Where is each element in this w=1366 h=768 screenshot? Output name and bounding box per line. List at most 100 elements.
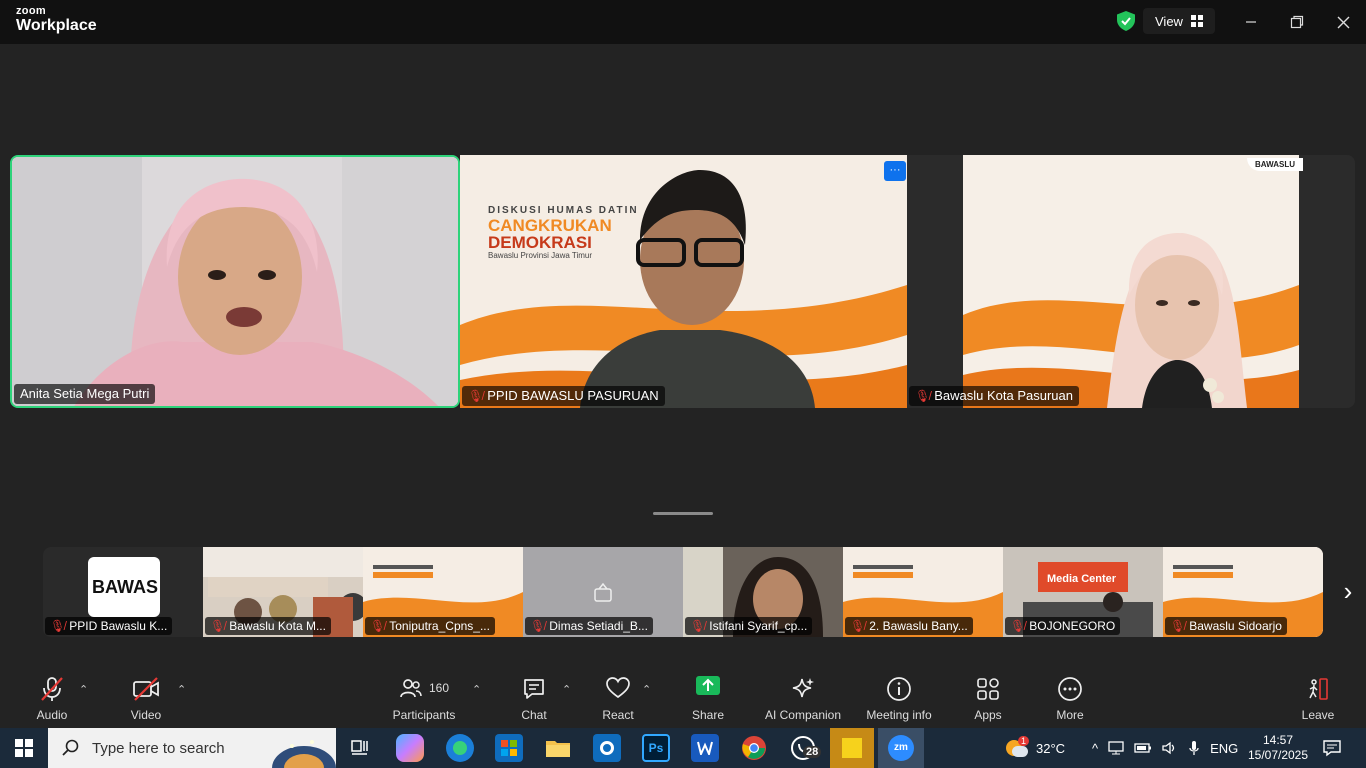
temperature: 32°C [1036, 740, 1066, 756]
ellipsis-icon [1058, 677, 1082, 701]
participants-button[interactable]: 160 Participants [390, 676, 458, 722]
photoshop-icon[interactable]: Ps [642, 734, 670, 762]
start-button[interactable] [0, 728, 48, 768]
view-button[interactable]: View [1143, 8, 1215, 34]
participants-count: 160 [428, 681, 450, 695]
cloud-shape [1012, 746, 1028, 757]
search-icon [62, 739, 79, 756]
strip-name-tag: 🎙︎̸ Bawaslu Sidoarjo [1165, 617, 1287, 635]
strip-name-tag: 🎙︎̸ 2. Bawaslu Bany... [845, 617, 973, 635]
copilot-icon[interactable] [396, 734, 424, 762]
minimize-button[interactable] [1239, 10, 1263, 34]
strip-name-tag: 🎙︎̸ Bawaslu Kota M... [205, 617, 331, 635]
sparkle-icon [792, 678, 814, 698]
app-logo: zoom Workplace [16, 6, 97, 34]
chevron-up-icon[interactable]: ⌃ [562, 683, 571, 696]
participant-name-tag: 🎙︎̸ Bawaslu Kota Pasuruan [909, 386, 1079, 406]
view-label: View [1155, 13, 1183, 29]
network-icon[interactable] [1108, 741, 1124, 755]
mic-muted-icon: 🎙︎̸ [915, 389, 931, 403]
word-icon[interactable] [691, 734, 719, 762]
volume-icon[interactable] [1162, 741, 1178, 755]
mic-muted-icon: 🎙︎̸ [468, 389, 484, 403]
exit-door-icon [1309, 678, 1328, 700]
language-indicator[interactable]: ENG [1210, 741, 1238, 756]
apps-button[interactable]: Apps [968, 676, 1008, 722]
participant-video [12, 157, 458, 406]
minimize-icon [1246, 21, 1256, 23]
microsoft-store-icon[interactable] [495, 734, 523, 762]
mic-muted-icon: 🎙︎̸ [850, 619, 866, 633]
edge-browser-icon[interactable] [446, 734, 474, 762]
mic-muted-icon: 🎙︎̸ [1010, 619, 1026, 633]
close-button[interactable] [1331, 10, 1355, 34]
video-tile-2[interactable]: DISKUSI HUMAS DATIN CANGKRUKAN DEMOKRASI… [460, 155, 907, 408]
react-label: React [602, 708, 634, 722]
weather-widget[interactable]: 1 32°C [1004, 728, 1065, 768]
strip-tile[interactable]: BAWAS 🎙︎̸ PPID Bawaslu K... [43, 547, 203, 637]
mic-muted-icon: 🎙︎̸ [370, 619, 386, 633]
participant-name: Bawaslu Kota Pasuruan [934, 388, 1073, 403]
camera-off-icon [594, 583, 612, 602]
sticky-notes-icon[interactable] [830, 728, 874, 768]
strip-name-tag: 🎙︎̸ Dimas Setiadi_B... [525, 617, 653, 635]
file-explorer-icon[interactable] [544, 734, 572, 762]
chevron-up-icon[interactable]: ⌃ [177, 683, 186, 696]
meeting-info-label: Meeting info [866, 708, 932, 722]
clock[interactable]: 14:57 15/07/2025 [1248, 728, 1308, 768]
zoom-taskbar-icon[interactable]: zm [878, 728, 924, 768]
react-button[interactable]: React [598, 676, 638, 722]
chrome-icon[interactable] [740, 734, 768, 762]
notifications-icon[interactable] [1322, 728, 1342, 768]
restore-button[interactable] [1285, 10, 1309, 34]
strip-tile[interactable]: 🎙︎̸ Dimas Setiadi_B... [523, 547, 683, 637]
video-tile-3[interactable]: BAWASLU 🎙︎̸ Bawaslu Kota Pasuruan [907, 155, 1355, 408]
more-options-button[interactable]: ··· [884, 161, 906, 181]
chevron-up-icon[interactable]: ⌃ [472, 683, 481, 696]
strip-name: Istifani Syarif_cp... [709, 619, 808, 633]
strip-tile[interactable]: 🎙︎̸ Bawaslu Sidoarjo [1163, 547, 1323, 637]
ai-companion-button[interactable]: AI Companion [763, 676, 843, 722]
strip-tile[interactable]: Media Center 🎙︎̸ BOJONEGORO [1003, 547, 1163, 637]
strip-tile[interactable]: 🎙︎̸ Istifani Syarif_cp... [683, 547, 843, 637]
strip-tile[interactable]: 🎙︎̸ Bawaslu Kota M... [203, 547, 363, 637]
leave-label: Leave [1301, 708, 1335, 722]
mic-muted-icon: 🎙︎̸ [690, 619, 706, 633]
microphone-icon[interactable] [1188, 740, 1200, 756]
windows-taskbar: Type here to search Ps 28 zm 1 32°C ^ EN… [0, 728, 1366, 768]
more-button[interactable]: More [1050, 676, 1090, 722]
video-button[interactable]: Video [124, 676, 168, 722]
taskbar-search[interactable]: Type here to search [48, 728, 336, 768]
strip-name: Toniputra_Cpns_... [389, 619, 490, 633]
strip-tile[interactable]: 🎙︎̸ 2. Bawaslu Bany... [843, 547, 1003, 637]
strip-name: Dimas Setiadi_B... [549, 619, 648, 633]
chevron-up-icon[interactable]: ⌃ [79, 683, 88, 696]
strip-name: 2. Bawaslu Bany... [869, 619, 968, 633]
strip-name-tag: 🎙︎̸ PPID Bawaslu K... [45, 617, 173, 635]
title-bar: zoom Workplace View [0, 0, 1366, 44]
participant-strip: BAWAS 🎙︎̸ PPID Bawaslu K... 🎙︎̸ Bawaslu Ko… [43, 547, 1323, 637]
chevron-up-icon[interactable]: ⌃ [642, 683, 651, 696]
whatsapp-icon[interactable]: 28 [789, 734, 822, 762]
battery-icon[interactable] [1134, 742, 1152, 754]
heart-icon [606, 677, 630, 699]
search-highlight-icon [272, 740, 336, 768]
audio-button[interactable]: Audio [30, 676, 74, 722]
chevron-up-icon[interactable]: ^ [1092, 741, 1098, 756]
share-button[interactable]: Share [688, 676, 728, 722]
leave-button[interactable]: Leave [1298, 676, 1338, 722]
chevron-right-icon[interactable]: › [1336, 578, 1360, 606]
task-view-icon[interactable] [346, 734, 374, 762]
video-tile-1[interactable]: Anita Setia Mega Putri [10, 155, 460, 408]
shield-check-icon[interactable] [1117, 11, 1135, 31]
strip-name-tag: 🎙︎̸ Istifani Syarif_cp... [685, 617, 813, 635]
strip-tile[interactable]: 🎙︎̸ Toniputra_Cpns_... [363, 547, 523, 637]
participant-video [907, 155, 1355, 408]
outlook-icon[interactable] [593, 734, 621, 762]
meeting-info-button[interactable]: Meeting info [864, 676, 934, 722]
participant-name: Anita Setia Mega Putri [20, 386, 150, 401]
outlook-o [600, 741, 614, 755]
resize-handle[interactable] [653, 512, 713, 515]
strip-name-tag: 🎙︎̸ Toniputra_Cpns_... [365, 617, 495, 635]
chat-button[interactable]: Chat [515, 676, 553, 722]
